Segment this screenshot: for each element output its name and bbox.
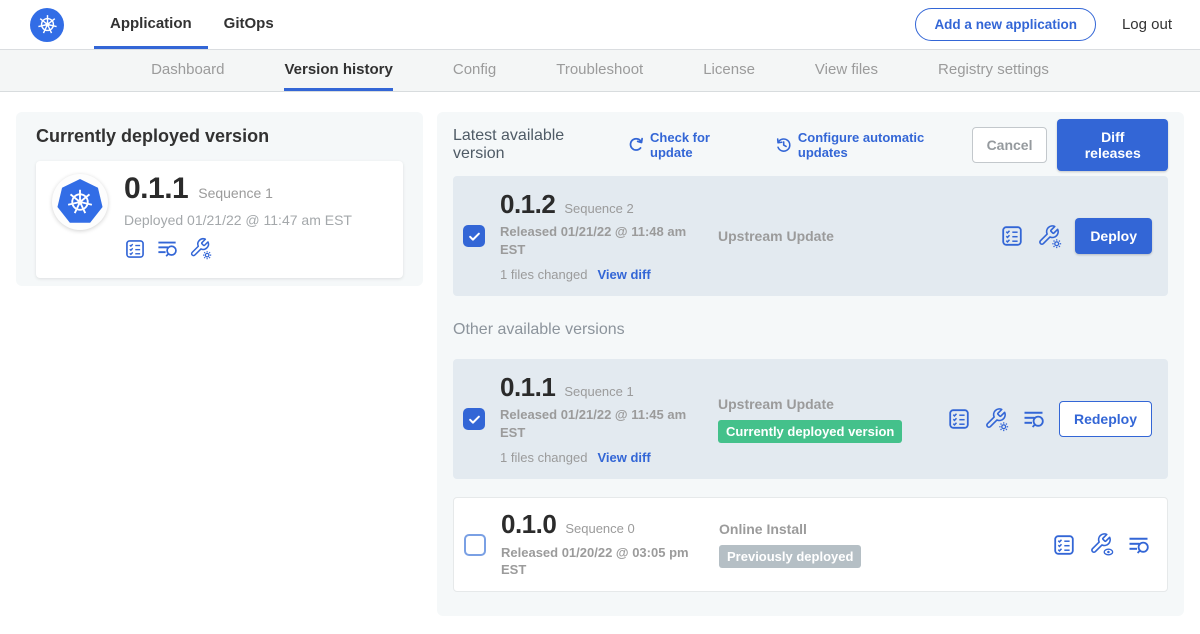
latest-version-header: Latest available version Check for updat…: [453, 126, 1168, 164]
version-history-panel: Latest available version Check for updat…: [437, 112, 1184, 616]
logout-link[interactable]: Log out: [1122, 16, 1172, 33]
version-checkbox[interactable]: [463, 225, 485, 247]
tab-view-files[interactable]: View files: [815, 50, 878, 91]
version-actions: Redeploy: [947, 401, 1152, 437]
version-status: Upstream Update: [718, 228, 1000, 244]
deployed-version-actions: [124, 237, 352, 260]
diff-releases-button[interactable]: Diff releases: [1057, 119, 1168, 171]
files-changed: 1 files changed: [500, 450, 587, 465]
tab-application[interactable]: Application: [94, 0, 208, 49]
released-timestamp: Released 01/21/22 @ 11:48 am EST: [500, 223, 695, 258]
cancel-button[interactable]: Cancel: [972, 127, 1048, 163]
currently-deployed-panel: Currently deployed version: [16, 112, 423, 286]
tab-troubleshoot[interactable]: Troubleshoot: [556, 50, 643, 91]
version-status: Online Install Previously deployed: [719, 521, 1052, 568]
version-source: Upstream Update: [718, 396, 947, 412]
version-sequence: Sequence 1: [564, 384, 633, 399]
tab-dashboard[interactable]: Dashboard: [151, 50, 224, 91]
preflight-checks-icon[interactable]: [1000, 224, 1024, 248]
main-content: Currently deployed version: [0, 92, 1200, 633]
top-navbar: Application GitOps Add a new application…: [0, 0, 1200, 50]
view-diff-link[interactable]: View diff: [597, 267, 650, 282]
deployed-timestamp: Deployed 01/21/22 @ 11:47 am EST: [124, 212, 352, 228]
version-actions: [1052, 532, 1151, 557]
deploy-logs-icon[interactable]: [1022, 407, 1046, 431]
navbar-right: Add a new application Log out: [915, 0, 1172, 49]
files-changed: 1 files changed: [500, 267, 587, 282]
deployed-version-sequence: Sequence 1: [198, 185, 273, 201]
preflight-checks-icon[interactable]: [947, 407, 971, 431]
version-number: 0.1.1: [500, 373, 555, 402]
version-info: 0.1.1 Sequence 1 Released 01/21/22 @ 11:…: [500, 373, 718, 466]
version-info: 0.1.2 Sequence 2 Released 01/21/22 @ 11:…: [500, 190, 718, 283]
check-for-update-link[interactable]: Check for update: [627, 130, 753, 160]
version-number: 0.1.2: [500, 190, 555, 219]
deployed-version-number: 0.1.1: [124, 174, 188, 204]
deploy-logs-icon[interactable]: [1127, 533, 1151, 557]
refresh-icon: [627, 136, 644, 154]
currently-deployed-title: Currently deployed version: [36, 126, 403, 147]
kubernetes-app-icon: [57, 179, 103, 225]
tab-license[interactable]: License: [703, 50, 755, 91]
released-timestamp: Released 01/20/22 @ 03:05 pm EST: [501, 544, 696, 579]
released-timestamp: Released 01/21/22 @ 11:45 am EST: [500, 406, 695, 441]
version-sequence: Sequence 0: [565, 521, 634, 536]
deployed-version-info: 0.1.1 Sequence 1 Deployed 01/21/22 @ 11:…: [124, 174, 352, 265]
latest-version-title: Latest available version: [453, 127, 615, 163]
edit-config-icon[interactable]: [1037, 224, 1062, 249]
version-row-0-1-2: 0.1.2 Sequence 2 Released 01/21/22 @ 11:…: [453, 176, 1168, 296]
version-checkbox[interactable]: [464, 534, 486, 556]
version-source: Upstream Update: [718, 228, 1000, 244]
version-sequence: Sequence 2: [564, 201, 633, 216]
other-versions-title: Other available versions: [453, 321, 1168, 339]
version-info: 0.1.0 Sequence 0 Released 01/20/22 @ 03:…: [501, 510, 719, 579]
kubernetes-logo-icon: [30, 8, 64, 42]
view-diff-link[interactable]: View diff: [597, 450, 650, 465]
edit-config-icon[interactable]: [984, 407, 1009, 432]
preflight-checks-icon[interactable]: [124, 238, 146, 260]
app-icon-ring: [52, 174, 108, 230]
version-source: Online Install: [719, 521, 1052, 537]
auto-update-clock-icon: [775, 136, 792, 154]
tab-registry-settings[interactable]: Registry settings: [938, 50, 1049, 91]
currently-deployed-badge: Currently deployed version: [718, 420, 902, 443]
configure-automatic-updates-link[interactable]: Configure automatic updates: [775, 130, 972, 160]
version-status: Upstream Update Currently deployed versi…: [718, 396, 947, 443]
deploy-button[interactable]: Deploy: [1075, 218, 1152, 254]
version-actions: Deploy: [1000, 218, 1152, 254]
view-config-icon[interactable]: [1089, 532, 1114, 557]
version-row-0-1-1: 0.1.1 Sequence 1 Released 01/21/22 @ 11:…: [453, 359, 1168, 479]
tab-gitops[interactable]: GitOps: [208, 0, 290, 49]
version-number: 0.1.0: [501, 510, 556, 539]
tab-config[interactable]: Config: [453, 50, 496, 91]
previously-deployed-badge: Previously deployed: [719, 545, 861, 568]
version-row-0-1-0: 0.1.0 Sequence 0 Released 01/20/22 @ 03:…: [453, 497, 1168, 592]
deployed-version-card: 0.1.1 Sequence 1 Deployed 01/21/22 @ 11:…: [36, 161, 403, 278]
preflight-checks-icon[interactable]: [1052, 533, 1076, 557]
tab-version-history[interactable]: Version history: [284, 50, 392, 91]
deploy-logs-icon[interactable]: [156, 237, 179, 260]
redeploy-button[interactable]: Redeploy: [1059, 401, 1152, 437]
edit-config-icon[interactable]: [189, 237, 212, 260]
brand: [30, 0, 64, 49]
version-checkbox[interactable]: [463, 408, 485, 430]
console-subnav: Dashboard Version history Config Trouble…: [0, 50, 1200, 92]
app-tabs: Application GitOps: [94, 0, 290, 49]
add-new-application-button[interactable]: Add a new application: [915, 8, 1096, 41]
